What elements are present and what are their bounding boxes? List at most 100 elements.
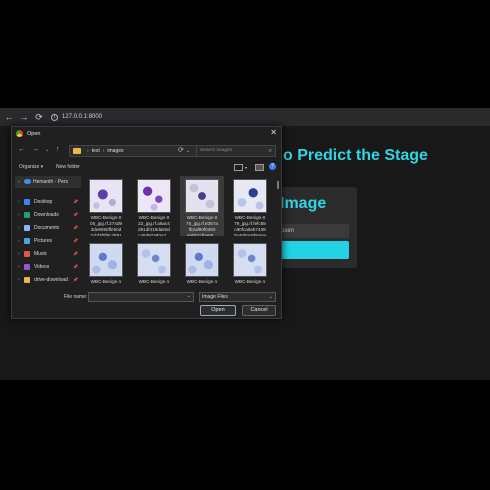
file-input[interactable]: osen bbox=[278, 224, 349, 238]
chevron-right-icon: › bbox=[18, 238, 20, 244]
help-icon[interactable]: ? bbox=[269, 163, 276, 170]
open-file-dialog: Open ✕ ← → ⌄ ↑ › test › images ⌄ ⟳ Searc… bbox=[11, 126, 282, 319]
breadcrumb-images[interactable]: images bbox=[107, 148, 123, 154]
url-text: 127.0.0.1:8000 bbox=[62, 114, 103, 120]
file-name: WBC-Benign-0 79_jpg.rf.fefc85 c80fca5eb7… bbox=[233, 215, 267, 236]
chevron-down-icon[interactable]: ⌄ bbox=[186, 148, 190, 154]
new-folder-button[interactable]: New folder bbox=[56, 164, 80, 170]
screen: ← → ⟳ i 127.0.0.1:8000 o Predict the Sta… bbox=[0, 0, 490, 490]
view-options-icon[interactable] bbox=[234, 164, 243, 171]
file-name: WBC-Benign-1 bbox=[186, 279, 218, 284]
back-arrow-icon[interactable]: ← bbox=[18, 146, 25, 153]
file-item[interactable]: WBC-Benign-0 22_jpg.rf.a6ac4 d91df419da5… bbox=[132, 176, 176, 236]
file-item[interactable]: WBC-Benign-1 bbox=[180, 240, 224, 290]
dialog-title: Open bbox=[27, 130, 41, 137]
forward-arrow-icon[interactable]: → bbox=[32, 146, 39, 153]
search-input[interactable]: Search images ⌕ bbox=[196, 145, 276, 157]
scrollbar-thumb[interactable] bbox=[277, 181, 279, 189]
sidebar-item-label: Pictures bbox=[34, 238, 53, 244]
sidebar-item-label: Desktop bbox=[34, 199, 53, 205]
file-name: WBC-Benign-0 22_jpg.rf.a6ac4 d91df419da5… bbox=[138, 215, 170, 236]
folder-icon bbox=[24, 212, 30, 218]
file-name: WBC-Benign-1 bbox=[234, 279, 266, 284]
organize-menu[interactable]: Organize ▾ bbox=[19, 164, 43, 170]
pin-icon: 📌 bbox=[73, 212, 78, 217]
folder-icon bbox=[24, 251, 30, 257]
sidebar-item-drive-download[interactable]: › drive-download 📌 bbox=[13, 274, 81, 286]
recent-chevron-icon[interactable]: ⌄ bbox=[45, 147, 49, 153]
cancel-button[interactable]: Cancel bbox=[242, 305, 276, 316]
sidebar-item-label: Music bbox=[34, 251, 48, 257]
breadcrumb-test[interactable]: test bbox=[92, 148, 100, 154]
sidebar-item-label: Downloads bbox=[34, 212, 59, 218]
folder-icon bbox=[24, 277, 30, 283]
image-thumbnail bbox=[185, 179, 219, 213]
folder-icon bbox=[24, 264, 30, 270]
refresh-icon[interactable]: ⟳ bbox=[178, 146, 184, 154]
chevron-right-icon: › bbox=[18, 179, 20, 185]
file-name: WBC-Benign-0 05_jpg.rf.274d9 3de8060ffeb… bbox=[90, 215, 122, 236]
reload-icon[interactable]: ⟳ bbox=[33, 111, 45, 123]
pin-icon: 📌 bbox=[73, 199, 78, 204]
file-item[interactable]: WBC-Benign-1 bbox=[84, 240, 128, 290]
search-placeholder: Search images bbox=[200, 148, 232, 153]
sidebar-item-label: Documents bbox=[34, 225, 60, 231]
pin-icon: 📌 bbox=[73, 238, 78, 243]
folder-icon bbox=[24, 225, 30, 231]
sidebar-item-pictures[interactable]: › Pictures 📌 bbox=[13, 235, 81, 247]
pin-icon: 📌 bbox=[73, 251, 78, 256]
chevron-right-icon: › bbox=[18, 251, 20, 257]
view-chevron-icon[interactable]: ▾ bbox=[245, 165, 247, 170]
image-thumbnail bbox=[137, 179, 171, 213]
submit-button[interactable]: b bbox=[278, 241, 349, 259]
preview-pane-icon[interactable] bbox=[255, 164, 264, 171]
search-icon: ⌕ bbox=[268, 148, 272, 154]
sidebar-item-music[interactable]: › Music 📌 bbox=[13, 248, 81, 260]
open-button[interactable]: Open bbox=[200, 305, 236, 316]
cloud-icon bbox=[24, 179, 31, 184]
file-item[interactable]: WBC-Benign-1 bbox=[132, 240, 176, 290]
navigation-pane: › Hemanth - Pers › Desktop 📌 › Downloads 📌 › Do… bbox=[13, 176, 81, 290]
file-name: WBC-Benign-0 75_jpg.rf.8367a fb2af90f036… bbox=[186, 215, 218, 236]
sidebar-item-documents[interactable]: › Documents 📌 bbox=[13, 222, 81, 234]
image-thumbnail bbox=[137, 243, 171, 277]
sidebar-item-onedrive[interactable]: › Hemanth - Pers bbox=[15, 176, 81, 188]
sidebar-item-desktop[interactable]: › Desktop 📌 bbox=[13, 196, 81, 208]
folder-icon bbox=[24, 238, 30, 244]
sidebar-item-label: Videos bbox=[34, 264, 50, 270]
folder-icon bbox=[73, 148, 81, 154]
file-item[interactable]: WBC-Benign-0 75_jpg.rf.8367a fb2af90f036… bbox=[180, 176, 224, 236]
file-name-label: File name: bbox=[64, 294, 88, 300]
file-item[interactable]: WBC-Benign-1 bbox=[228, 240, 272, 290]
browser-toolbar: ← → ⟳ i 127.0.0.1:8000 bbox=[0, 108, 490, 126]
chrome-icon bbox=[16, 130, 23, 137]
pin-icon: 📌 bbox=[73, 264, 78, 269]
site-info-icon[interactable]: i bbox=[51, 113, 58, 121]
file-item[interactable]: WBC-Benign-0 05_jpg.rf.274d9 3de8060ffeb… bbox=[84, 176, 128, 236]
pin-icon: 📌 bbox=[73, 277, 78, 282]
sidebar-item-videos[interactable]: › Videos 📌 bbox=[13, 261, 81, 273]
sidebar-item-label: drive-download bbox=[34, 277, 68, 283]
file-name: WBC-Benign-1 bbox=[90, 279, 122, 284]
image-thumbnail bbox=[185, 243, 219, 277]
forward-icon[interactable]: → bbox=[18, 111, 30, 123]
dialog-footer: File name: ⌄ Image Files ⌄ Open Cancel bbox=[12, 290, 281, 320]
pin-icon: 📌 bbox=[73, 225, 78, 230]
dialog-titlebar: Open ✕ bbox=[12, 127, 281, 140]
chevron-down-icon: ⌄ bbox=[268, 294, 273, 300]
file-item[interactable]: WBC-Benign-0 79_jpg.rf.fefc85 c80fca5eb7… bbox=[228, 176, 272, 236]
file-name-input[interactable]: ⌄ bbox=[88, 292, 194, 302]
sidebar-item-downloads[interactable]: › Downloads 📌 bbox=[13, 209, 81, 221]
image-thumbnail bbox=[233, 179, 267, 213]
file-type-select[interactable]: Image Files ⌄ bbox=[199, 292, 276, 302]
up-arrow-icon[interactable]: ↑ bbox=[56, 146, 60, 153]
sidebar-item-label: Hemanth - Pers bbox=[33, 179, 69, 185]
chevron-right-icon: › bbox=[18, 212, 20, 218]
address-bar[interactable]: i 127.0.0.1:8000 bbox=[51, 113, 103, 121]
chevron-right-icon: › bbox=[18, 264, 20, 270]
back-icon[interactable]: ← bbox=[3, 111, 15, 123]
close-icon[interactable]: ✕ bbox=[270, 128, 277, 137]
upload-title: Image bbox=[280, 195, 327, 212]
chevron-down-icon[interactable]: ⌄ bbox=[187, 293, 191, 299]
image-thumbnail bbox=[89, 179, 123, 213]
